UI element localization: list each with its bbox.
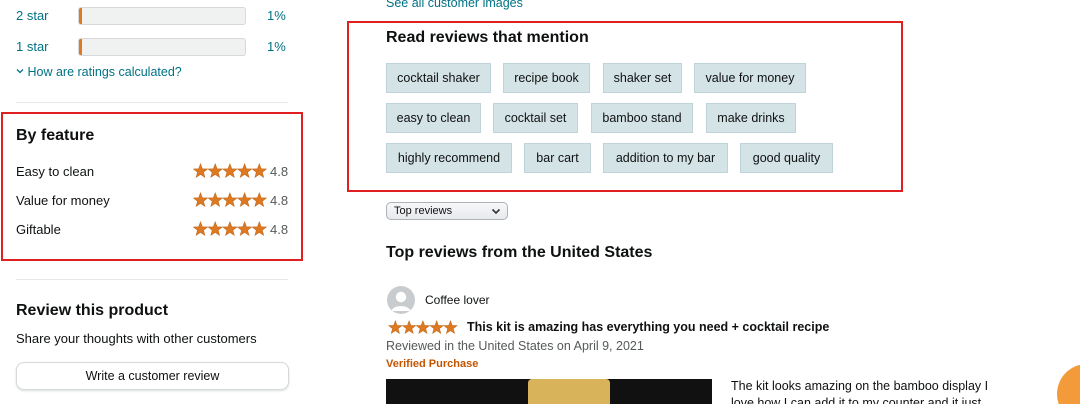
how-ratings-calculated-link[interactable]: How are ratings calculated? [16, 65, 182, 79]
star-icon [222, 221, 238, 236]
review-author[interactable]: Coffee lover [425, 293, 489, 307]
review-product-subtitle: Share your thoughts with other customers [16, 331, 257, 346]
feature-row-value-for-money: Value for money 4.8 [16, 192, 290, 210]
star-icon [193, 221, 209, 236]
star-icon [236, 163, 253, 178]
avatar [387, 286, 415, 314]
divider [16, 102, 288, 103]
mention-chip[interactable]: bamboo stand [591, 103, 693, 133]
review-body-line: The kit looks amazing on the bamboo disp… [731, 379, 989, 393]
feature-score: 4.8 [270, 193, 289, 208]
mention-chip[interactable]: cocktail shaker [386, 63, 491, 93]
star-icon [251, 192, 267, 207]
sort-selected-value: Top reviews [394, 205, 453, 217]
mention-chip[interactable]: recipe book [503, 63, 590, 93]
star-icon [236, 192, 253, 207]
star-rating-icon [193, 163, 267, 178]
review-image[interactable] [386, 379, 712, 404]
feature-score: 4.8 [270, 164, 289, 179]
star-icon [251, 163, 267, 178]
star-icon [401, 320, 417, 335]
star-rating-icon [193, 221, 267, 236]
star-rating-icon [193, 192, 267, 207]
rating-bar-fill [79, 8, 83, 24]
rating-bar-fill [79, 39, 83, 55]
review-star-rating-icon[interactable] [386, 320, 460, 335]
star-icon [387, 320, 403, 335]
user-icon [391, 291, 411, 311]
review-headline[interactable]: This kit is amazing has everything you n… [467, 320, 829, 334]
star-icon [222, 163, 238, 178]
review-product-title: Review this product [16, 302, 169, 319]
star-icon [251, 221, 267, 236]
mention-chip[interactable]: easy to clean [386, 103, 481, 133]
feature-row-giftable: Giftable 4.8 [16, 221, 290, 239]
review-image-object [528, 379, 610, 404]
write-review-button[interactable]: Write a customer review [16, 362, 289, 390]
star-icon [207, 192, 224, 207]
top-reviews-title: Top reviews from the United States [386, 244, 653, 261]
star-icon [222, 192, 238, 207]
see-all-customer-images-link[interactable]: See all customer images [386, 0, 523, 10]
rating-row-label[interactable]: 2 star [16, 8, 49, 23]
rating-row-1-star[interactable]: 1 star 1% [16, 38, 286, 56]
verified-purchase-badge: Verified Purchase [386, 358, 479, 370]
mention-chip[interactable]: addition to my bar [603, 143, 728, 173]
rating-row-percent[interactable]: 1% [267, 8, 286, 23]
star-icon [193, 163, 209, 178]
review-body: The kit looks amazing on the bamboo disp… [731, 378, 1021, 404]
mention-chip[interactable]: cocktail set [493, 103, 578, 133]
divider [16, 279, 288, 280]
mention-chip[interactable]: value for money [694, 63, 806, 93]
star-icon [429, 320, 445, 335]
feature-row-easy-to-clean: Easy to clean 4.8 [16, 163, 290, 181]
mention-chip[interactable]: highly recommend [386, 143, 512, 173]
floating-action-icon[interactable] [1057, 364, 1080, 404]
mention-chip[interactable]: good quality [740, 143, 833, 173]
mention-chip[interactable]: bar cart [524, 143, 591, 173]
rating-row-label[interactable]: 1 star [16, 39, 49, 54]
mentions-title: Read reviews that mention [386, 29, 589, 46]
mention-chip[interactable]: make drinks [706, 103, 796, 133]
review-meta: Reviewed in the United States on April 9… [386, 339, 644, 353]
feature-name: Value for money [16, 193, 110, 208]
feature-name: Easy to clean [16, 164, 95, 179]
feature-name: Giftable [16, 222, 61, 237]
rating-row-2-star[interactable]: 2 star 1% [16, 7, 286, 25]
sort-reviews-dropdown[interactable]: Top reviews [386, 202, 508, 220]
star-icon [207, 221, 224, 236]
feature-score: 4.8 [270, 222, 289, 237]
star-icon [193, 192, 209, 207]
how-ratings-calculated-label[interactable]: How are ratings calculated? [27, 65, 181, 79]
rating-row-percent[interactable]: 1% [267, 39, 286, 54]
chevron-down-icon [16, 69, 24, 74]
star-icon [236, 221, 253, 236]
star-icon [207, 163, 224, 178]
review-body-line: love how I can add it to my counter and … [731, 396, 982, 404]
chevron-down-icon [491, 208, 501, 215]
rating-bar[interactable] [78, 38, 246, 56]
rating-bar[interactable] [78, 7, 246, 25]
mention-chip[interactable]: shaker set [603, 63, 682, 93]
star-icon [415, 320, 431, 335]
star-icon [443, 320, 458, 335]
by-feature-title: By feature [16, 127, 95, 144]
